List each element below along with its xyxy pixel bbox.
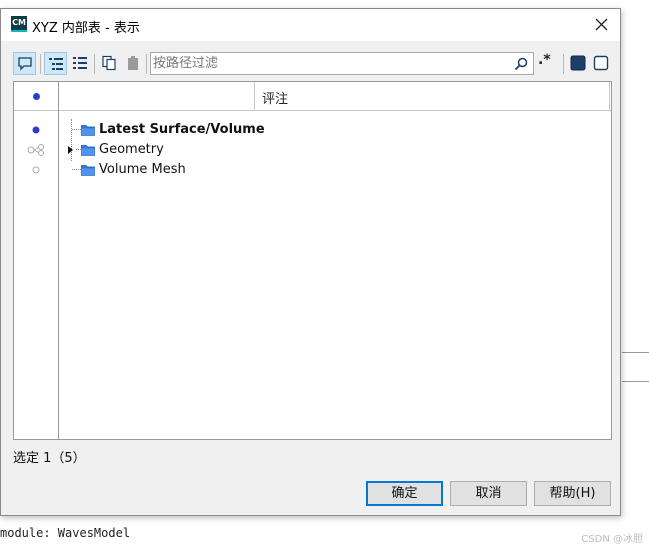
empty-square-icon (593, 55, 608, 71)
row-marker[interactable] (14, 120, 59, 140)
title-bar: CM XYZ 内部表 - 表示 (1, 9, 620, 41)
tree-row-geometry[interactable]: Geometry (14, 140, 611, 160)
paste-icon (127, 56, 138, 70)
copy-icon (101, 55, 116, 71)
filled-square-icon (570, 55, 585, 71)
background-code-line: module: WavesModel (0, 526, 131, 540)
ok-button[interactable]: 确定 (366, 481, 443, 506)
linked-circles-icon (27, 144, 44, 156)
paste-button[interactable] (121, 52, 144, 75)
app-logo-icon: CM (11, 16, 27, 32)
collapse-all-button[interactable] (589, 52, 612, 75)
close-button[interactable] (590, 13, 614, 37)
table-header: 评注 (14, 82, 611, 111)
filled-dot-icon (32, 126, 40, 134)
background-divider (622, 381, 649, 382)
representation-dialog: CM XYZ 内部表 - 表示 按路径过滤 .* 评注 Latest Surfa… (0, 8, 621, 516)
list-icon (72, 57, 87, 69)
expand-arrow-icon[interactable] (68, 146, 73, 154)
tree-item-label: Latest Surface/Volume (99, 122, 265, 137)
path-filter-input[interactable] (153, 54, 509, 73)
help-button[interactable]: 帮助(H) (534, 481, 611, 506)
close-icon (595, 18, 608, 31)
hollow-dot-icon (32, 166, 40, 174)
representation-tree-table: 评注 Latest Surface/Volume Geometry Volume… (13, 81, 612, 440)
row-marker[interactable] (14, 140, 59, 160)
flat-list-button[interactable] (68, 52, 91, 75)
cancel-button[interactable]: 取消 (450, 481, 527, 506)
folder-icon (81, 165, 95, 176)
toolbar: .* (13, 51, 611, 77)
speech-bubble-icon (17, 57, 32, 71)
regex-toggle-button[interactable]: .* (538, 52, 560, 75)
selection-status: 选定 1（5） (13, 451, 86, 466)
tree-view-button[interactable] (44, 52, 67, 75)
tree-row-latest-surface-volume[interactable]: Latest Surface/Volume (14, 120, 611, 140)
search-icon[interactable] (513, 56, 529, 72)
row-marker[interactable] (14, 160, 59, 180)
folder-icon (81, 125, 95, 136)
path-filter-field[interactable] (150, 52, 534, 75)
tree-item-label: Volume Mesh (99, 162, 186, 177)
tree-item-label: Geometry (99, 142, 164, 157)
expand-all-button[interactable] (566, 52, 589, 75)
watermark: CSDN @冰胆 (581, 534, 643, 545)
comment-toggle-button[interactable] (13, 52, 36, 75)
tree-list-icon (48, 58, 63, 70)
column-header-comment[interactable]: 评注 (262, 88, 288, 107)
tree-row-volume-mesh[interactable]: Volume Mesh (14, 160, 611, 180)
dialog-title: XYZ 内部表 - 表示 (32, 21, 140, 36)
folder-icon (81, 145, 95, 156)
background-divider (622, 352, 649, 353)
copy-button[interactable] (97, 52, 120, 75)
